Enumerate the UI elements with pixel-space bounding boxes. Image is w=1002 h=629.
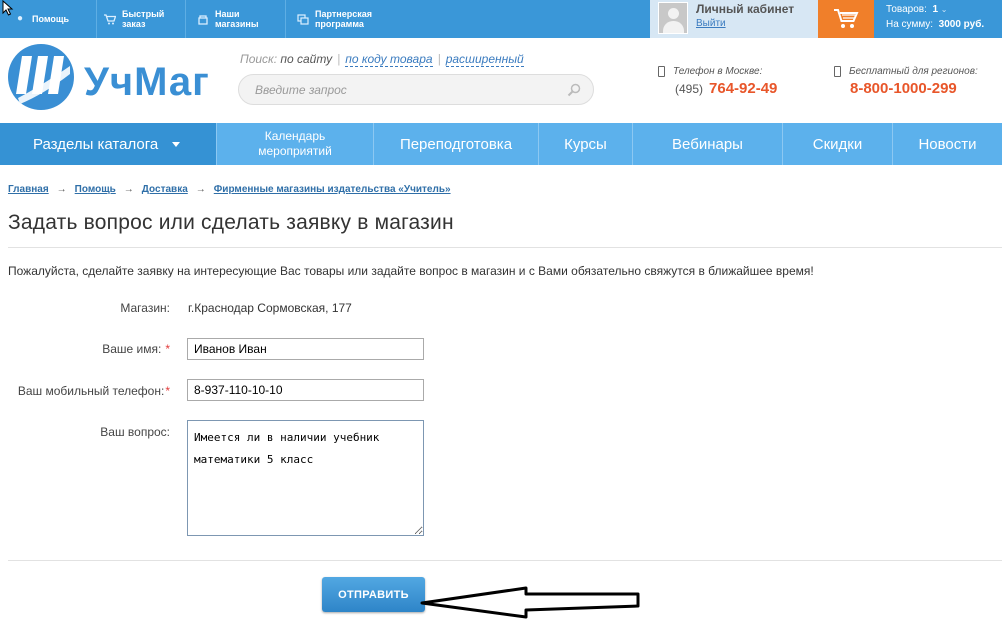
nav-discounts[interactable]: Скидки — [783, 123, 893, 165]
partner-icon — [297, 13, 309, 25]
mobile-phone-icon — [834, 66, 841, 77]
name-label: Ваше имя: * — [102, 342, 170, 356]
search-scope-site[interactable]: по сайту — [280, 52, 332, 66]
mobile-phone-icon — [658, 66, 665, 77]
phone-input[interactable] — [187, 379, 424, 401]
store-label: Магазин: — [120, 301, 170, 315]
chevron-down-icon[interactable]: ⌄ — [941, 5, 948, 14]
nav-news[interactable]: Новости — [893, 123, 1002, 165]
cabinet-title[interactable]: Личный кабинет — [696, 2, 794, 16]
logo-text[interactable]: УчМаг — [84, 60, 210, 105]
phone-label: Ваш мобильный телефон:* — [17, 384, 170, 398]
search-input[interactable] — [255, 81, 555, 99]
quick-order-line2: заказ — [122, 19, 146, 29]
partner-program-link[interactable]: Партнерская программа — [297, 0, 372, 38]
help-link[interactable]: ● Помощь — [14, 0, 69, 38]
store-value: г.Краснодар Сормовская, 177 — [188, 301, 352, 315]
nav-calendar-line1: Календарь — [264, 129, 326, 143]
top-divider — [285, 0, 286, 38]
caret-down-icon — [172, 141, 181, 147]
required-mark: * — [165, 384, 170, 398]
quick-order-line1: Быстрый — [122, 9, 165, 19]
phone-free-number: 8-800-1000-299 — [850, 80, 957, 97]
main-nav: Разделы каталога Календарь мероприятий Пе… — [0, 123, 1002, 165]
search-scope-advanced[interactable]: расширенный — [445, 52, 524, 67]
phone-free: Бесплатный для регионов: 8-800-1000-299 — [834, 66, 978, 97]
nav-catalog-label: Разделы каталога — [33, 135, 159, 153]
partner-line2: программа — [315, 19, 364, 29]
quick-cart-icon — [104, 13, 116, 25]
cart-icon — [834, 9, 859, 28]
phone-free-label: Бесплатный для регионов: — [849, 66, 978, 77]
intro-text: Пожалуйста, сделайте заявку на интересую… — [8, 264, 814, 278]
help-label: Помощь — [32, 14, 70, 24]
nav-courses[interactable]: Курсы — [539, 123, 633, 165]
nav-calendar[interactable]: Календарь мероприятий — [217, 123, 374, 165]
top-divider — [96, 0, 97, 38]
breadcrumb-help[interactable]: Помощь — [75, 184, 116, 195]
breadcrumb: Главная → Помощь → Доставка → Фирменные магази… — [8, 184, 451, 195]
nav-retraining[interactable]: Переподготовка — [374, 123, 539, 165]
store-icon — [197, 13, 209, 25]
page-title: Задать вопрос или сделать заявку в магаз… — [8, 211, 454, 234]
our-stores-line2: магазины — [215, 19, 259, 29]
phone-moscow-number: 764-92-49 — [709, 80, 778, 97]
cart-items-count: 1 — [932, 4, 938, 15]
breadcrumb-stores[interactable]: Фирменные магазины издательства «Учитель… — [214, 184, 451, 195]
search-scope: Поиск: по сайту | по коду товара | расширенн… — [240, 52, 524, 67]
our-stores-line1: Наши — [215, 9, 240, 19]
question-textarea[interactable]: Имеется ли в наличии учебник математики … — [187, 420, 424, 536]
top-bar: ● Помощь Быстрый заказ Наши магазины Партн… — [0, 0, 1002, 38]
submit-button[interactable]: ОТПРАВИТЬ — [322, 577, 425, 612]
search-scope-code[interactable]: по коду товара — [345, 52, 433, 67]
personal-cabinet[interactable]: Личный кабинет Выйти — [650, 0, 818, 38]
nav-calendar-line2: мероприятий — [258, 144, 332, 158]
top-divider — [185, 0, 186, 38]
required-mark: * — [165, 342, 170, 356]
search-prefix: Поиск: — [240, 52, 278, 66]
divider — [8, 247, 1002, 248]
cart-summary[interactable]: Товаров: 1 ⌄ На сумму: 3000 руб. — [886, 2, 984, 32]
search-box — [238, 74, 594, 105]
name-input[interactable] — [187, 338, 424, 360]
nav-catalog[interactable]: Разделы каталога — [0, 123, 217, 165]
quick-order-link[interactable]: Быстрый заказ — [104, 0, 164, 38]
breadcrumb-delivery[interactable]: Доставка — [142, 184, 188, 195]
phone-moscow-code: (495) — [675, 82, 704, 96]
logo-mark[interactable] — [8, 44, 74, 110]
breadcrumb-home[interactable]: Главная — [8, 184, 49, 195]
divider — [8, 560, 1002, 561]
our-stores-link[interactable]: Наши магазины — [197, 0, 259, 38]
search-icon[interactable] — [567, 83, 581, 97]
cart-sum-label: На сумму: — [886, 19, 934, 30]
avatar — [658, 2, 688, 34]
mouse-cursor-icon — [2, 0, 14, 16]
question-label: Ваш вопрос: — [100, 425, 170, 439]
pointer-arrow-annotation — [420, 586, 640, 619]
cart-sum-value: 3000 руб. — [938, 19, 985, 30]
cart-items-label: Товаров: — [886, 4, 927, 15]
cart-button[interactable] — [818, 0, 874, 38]
logout-link[interactable]: Выйти — [696, 18, 726, 29]
partner-line1: Партнерская — [315, 9, 372, 19]
phone-moscow: Телефон в Москве: (495) 764-92-49 — [658, 66, 777, 97]
nav-webinars[interactable]: Вебинары — [633, 123, 783, 165]
phone-moscow-label: Телефон в Москве: — [673, 66, 763, 77]
